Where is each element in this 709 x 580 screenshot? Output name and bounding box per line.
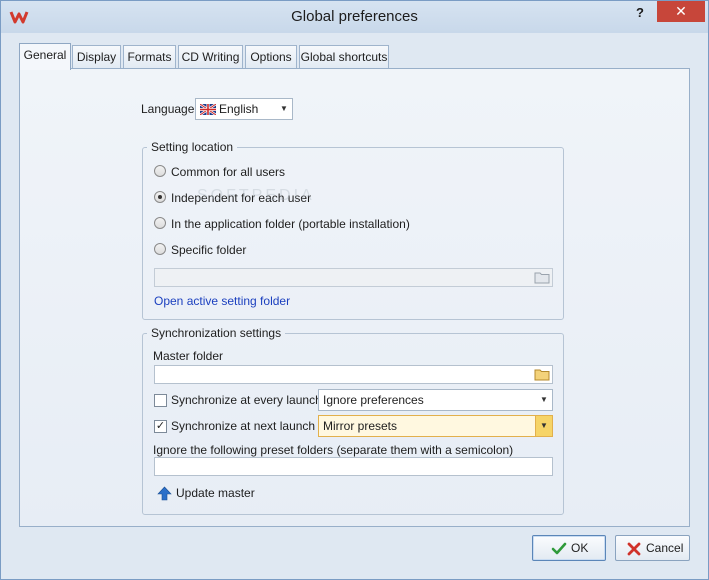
chevron-down-icon: ▼	[540, 395, 548, 404]
setting-location-legend: Setting location	[151, 140, 234, 154]
radio-specific-folder[interactable]	[154, 243, 166, 255]
ignore-folders-input[interactable]	[154, 457, 553, 476]
radio-specific-label: Specific folder	[171, 243, 247, 257]
tab-global-shortcuts[interactable]: Global shortcuts	[299, 45, 389, 68]
synchronization-legend: Synchronization settings	[151, 326, 282, 340]
sync-every-launch-select[interactable]: Ignore preferences ▼	[318, 389, 553, 411]
cancel-x-icon	[627, 542, 641, 556]
language-select[interactable]: English ▼	[195, 98, 293, 120]
radio-common-all-users[interactable]	[154, 165, 166, 177]
preferences-window: Global preferences ? ✕ General Display F…	[0, 0, 709, 580]
arrow-up-icon	[157, 486, 172, 501]
tab-display[interactable]: Display	[72, 45, 121, 68]
sync-next-launch-select[interactable]: Mirror presets ▼	[318, 415, 553, 437]
ok-button[interactable]: OK	[532, 535, 606, 561]
radio-independent-each-user[interactable]	[154, 191, 166, 203]
specific-folder-input[interactable]	[154, 268, 553, 287]
help-button[interactable]: ?	[629, 5, 651, 23]
tab-options[interactable]: Options	[245, 45, 297, 68]
checkmark-icon	[551, 542, 567, 555]
folder-icon[interactable]	[534, 271, 550, 284]
update-master-label: Update master	[176, 486, 255, 500]
tab-cd-writing[interactable]: CD Writing	[178, 45, 243, 68]
sync-next-launch-checkbox[interactable]: ✓	[154, 420, 167, 433]
close-button[interactable]: ✕	[657, 1, 705, 22]
language-label: Language	[141, 102, 195, 116]
sync-every-launch-label: Synchronize at every launch	[171, 393, 322, 407]
radio-common-label: Common for all users	[171, 165, 286, 179]
ignore-folders-label: Ignore the following preset folders (sep…	[153, 443, 514, 457]
sync-next-launch-value: Mirror presets	[323, 419, 398, 433]
open-setting-folder-link[interactable]: Open active setting folder	[154, 294, 290, 308]
folder-icon[interactable]	[534, 368, 550, 381]
sync-next-launch-label: Synchronize at next launch	[171, 419, 316, 433]
ok-label: OK	[571, 541, 589, 555]
tab-general[interactable]: General	[19, 43, 71, 70]
cancel-label: Cancel	[646, 541, 684, 555]
language-value: English	[219, 102, 259, 116]
window-title: Global preferences	[291, 8, 418, 25]
sync-every-launch-checkbox[interactable]	[154, 394, 167, 407]
master-folder-label: Master folder	[153, 349, 224, 363]
master-folder-input[interactable]	[154, 365, 553, 384]
radio-application-folder[interactable]	[154, 217, 166, 229]
title-bar: Global preferences ? ✕	[1, 1, 708, 33]
sync-every-launch-value: Ignore preferences	[323, 393, 424, 407]
tab-formats[interactable]: Formats	[123, 45, 176, 68]
chevron-down-icon: ▼	[535, 416, 552, 436]
softpedia-watermark: SOFTPEDIA	[197, 187, 315, 204]
cancel-button[interactable]: Cancel	[615, 535, 690, 561]
chevron-down-icon: ▼	[280, 104, 288, 113]
uk-flag-icon	[200, 104, 216, 115]
radio-application-label: In the application folder (portable inst…	[171, 217, 410, 231]
update-master-button[interactable]: Update master	[157, 485, 257, 503]
general-panel: Language English ▼ Setting location Comm…	[19, 68, 690, 527]
